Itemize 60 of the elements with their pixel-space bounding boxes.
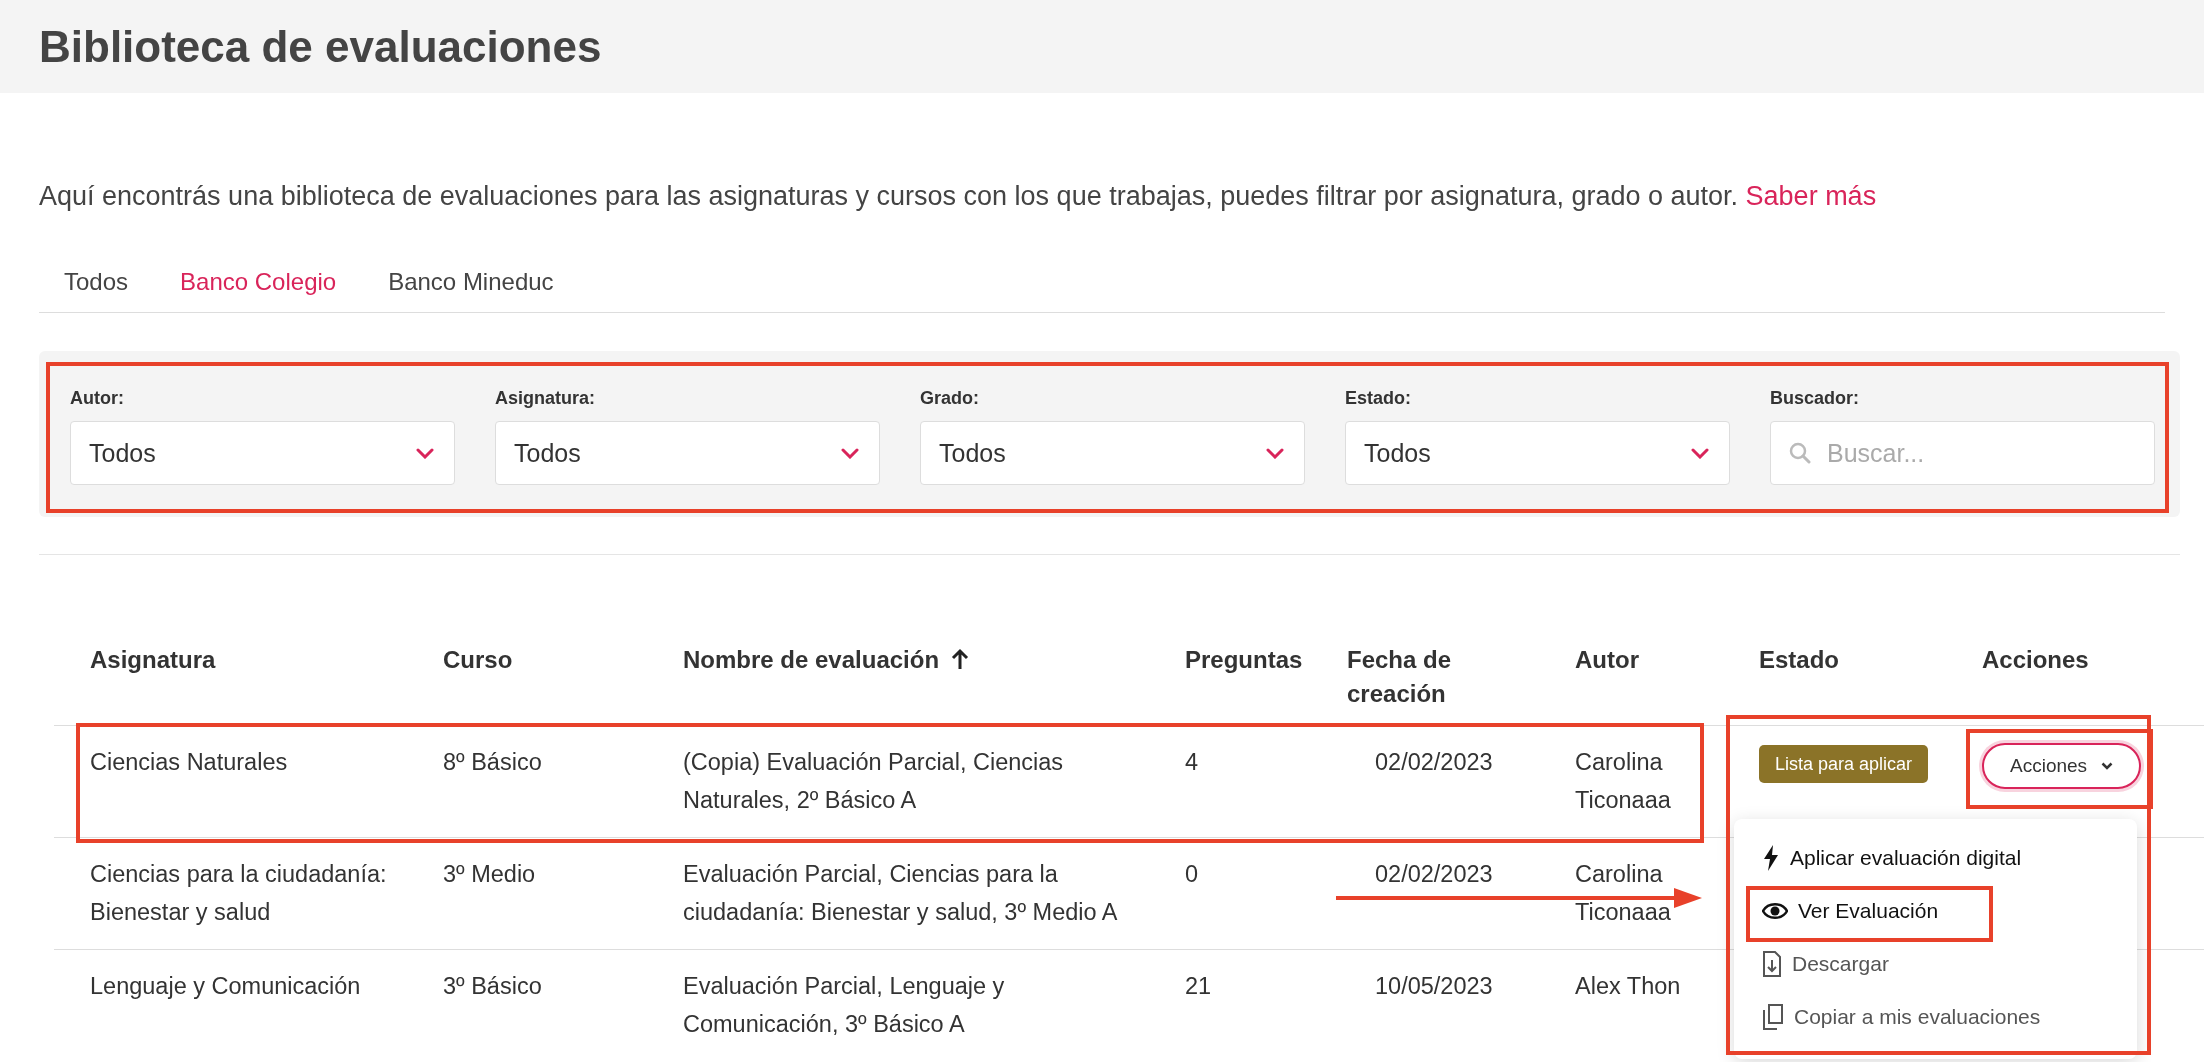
lightning-bolt-icon xyxy=(1762,844,1780,871)
table-cell-text: Carolina Ticonaaa xyxy=(1575,860,1672,927)
table-cell-text: 0 xyxy=(1185,860,1200,889)
chevron-down-icon xyxy=(416,447,434,459)
page-title: Biblioteca de evaluaciones xyxy=(39,21,602,72)
table-cell-text: 21 xyxy=(1185,972,1213,1001)
filter-label: Grado: xyxy=(920,388,980,409)
select-field[interactable]: Todos xyxy=(70,421,455,485)
menu-item[interactable]: Ver Evaluación xyxy=(1734,884,2137,937)
tab[interactable]: Todos xyxy=(64,268,129,296)
column-header: Curso xyxy=(443,645,513,675)
table-cell-text: Carolina Ticonaaa xyxy=(1575,748,1672,815)
table-cell-text: 3º Medio xyxy=(443,860,537,889)
table-cell-text: Ciencias para la ciudadanía: Bienestar y salud xyxy=(90,860,388,927)
filter-label: Autor: xyxy=(70,388,125,409)
chevron-down-icon xyxy=(1691,447,1709,459)
table-cell-text: Alex Thon xyxy=(1575,972,1682,1001)
table-cell-text: 4 xyxy=(1185,748,1200,777)
search-icon xyxy=(1789,442,1811,464)
table-cell-text: 10/05/2023 xyxy=(1375,972,1494,1001)
select-field[interactable]: Todos xyxy=(920,421,1305,485)
column-header: Autor xyxy=(1575,645,1639,675)
table-cell-text: Evaluación Parcial, Lenguaje y Comunicación, 3º Básico A xyxy=(683,972,1006,1039)
chevron-down-icon xyxy=(841,447,859,459)
status-badge: Lista para aplicar xyxy=(1759,745,1929,783)
eye-icon xyxy=(1762,901,1788,920)
search-input[interactable]: Buscar... xyxy=(1825,437,2134,469)
tab[interactable]: Banco Mineduc xyxy=(388,268,554,296)
menu-item[interactable]: Descargar xyxy=(1734,937,2137,990)
column-header: Fecha de creación xyxy=(1347,645,1453,709)
file-download-icon xyxy=(1762,950,1782,977)
chevron-down-icon xyxy=(2101,762,2114,770)
column-header: Asignatura xyxy=(90,645,216,675)
table-cell-text: Lenguaje y Comunicación xyxy=(90,972,362,1001)
table-cell-text: 02/02/2023 xyxy=(1375,748,1494,777)
chevron-down-icon xyxy=(1266,447,1284,459)
filter-label: Estado: xyxy=(1345,388,1412,409)
copy-icon xyxy=(1762,1003,1784,1030)
sort-up-arrow-icon[interactable] xyxy=(951,648,970,670)
menu-item[interactable]: Copiar a mis evaluaciones xyxy=(1734,990,2137,1043)
intro-text: Aquí encontrás una biblioteca de evaluaciones para las asignaturas y cursos con los que trabajas, puedes filtrar por asignatura, grado o autor. Saber más xyxy=(39,181,1878,212)
acciones-button[interactable]: Acciones xyxy=(1982,743,2142,789)
tab[interactable]: Banco Colegio xyxy=(180,268,337,296)
select-field[interactable]: Todos xyxy=(1345,421,1730,485)
table-cell-text: 8º Básico xyxy=(443,748,543,777)
column-header: Nombre de evaluación xyxy=(683,645,940,675)
search-field[interactable]: Buscar... xyxy=(1770,421,2155,485)
filter-label: Asignatura: xyxy=(495,388,596,409)
column-header: Estado xyxy=(1759,645,1839,675)
menu-item[interactable]: Aplicar evaluación digital xyxy=(1734,831,2137,884)
filter-label: Buscador: xyxy=(1770,388,1860,409)
column-header: Preguntas xyxy=(1185,645,1303,675)
saber-mas-link[interactable]: Saber más xyxy=(1745,181,1877,211)
table-cell-text: (Copia) Evaluación Parcial, Ciencias Naturales, 2º Básico A xyxy=(683,748,1065,815)
select-field[interactable]: Todos xyxy=(495,421,880,485)
column-header: Acciones xyxy=(1982,645,2089,675)
table-cell-text: Ciencias Naturales xyxy=(90,748,289,777)
table-cell-text: 3º Básico xyxy=(443,972,543,1001)
table-cell-text: 02/02/2023 xyxy=(1375,860,1494,889)
table-cell-text: Evaluación Parcial, Ciencias para la ciudadanía: Bienestar y salud, 3º Medio A xyxy=(683,860,1119,927)
